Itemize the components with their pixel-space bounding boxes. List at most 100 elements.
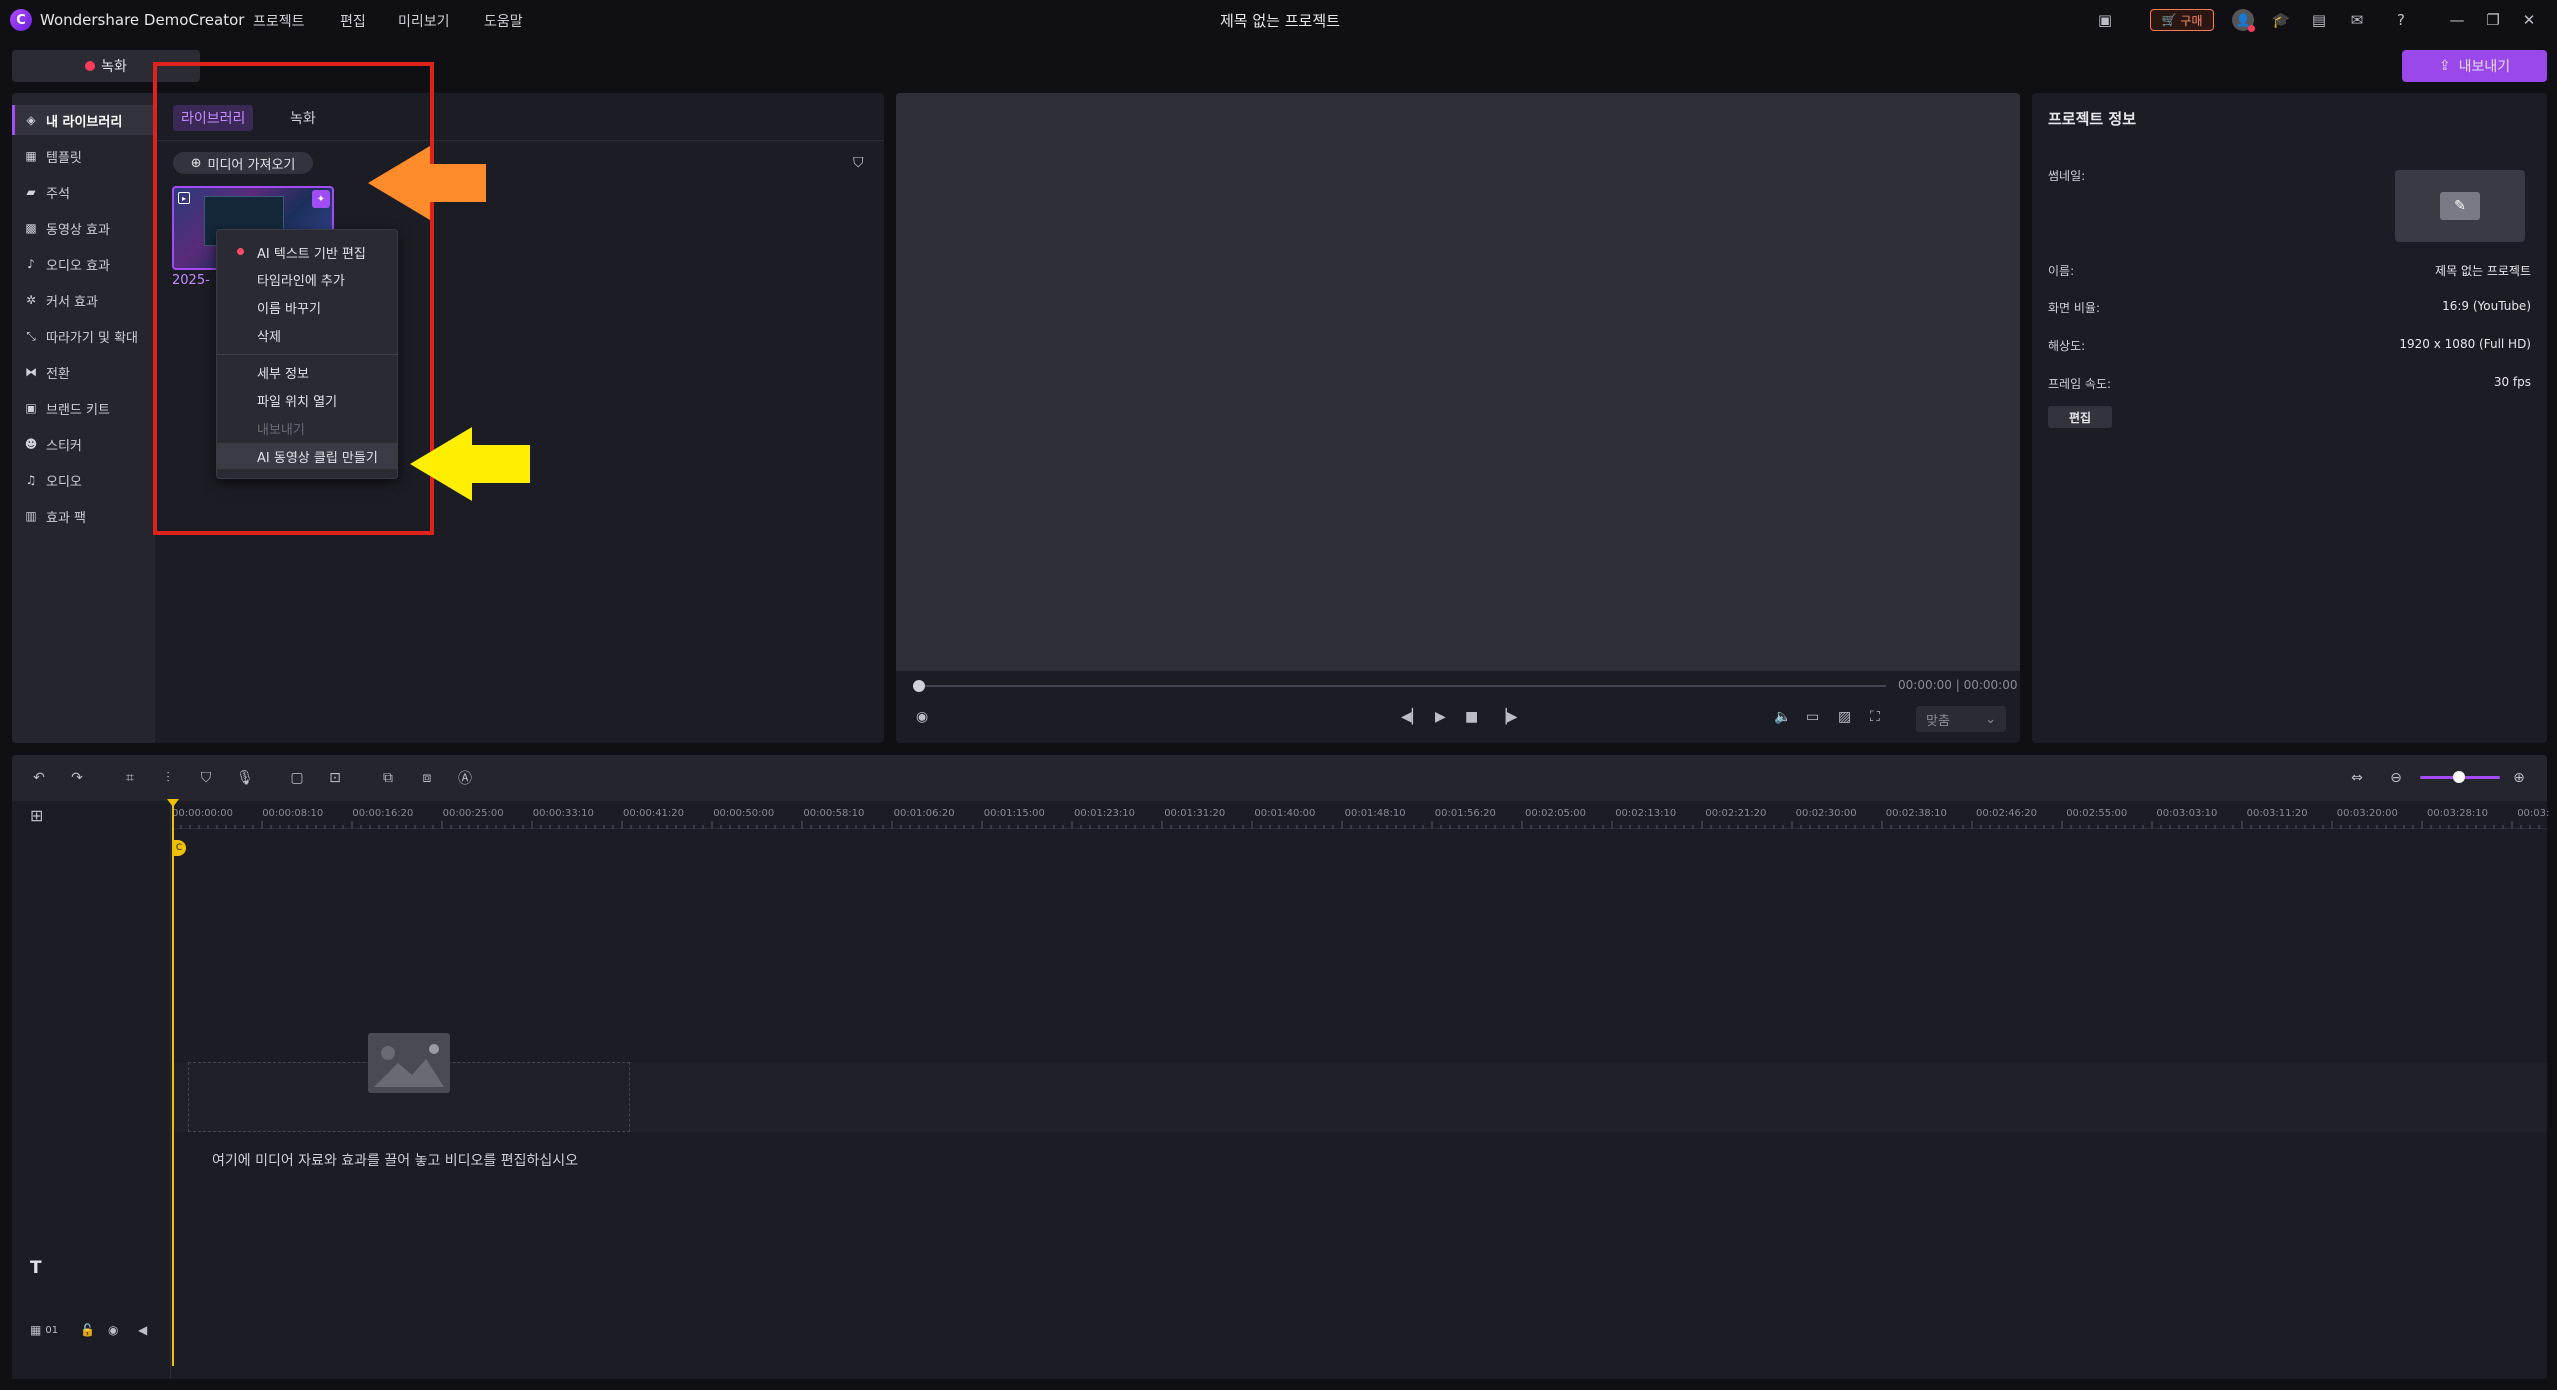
- ruler-tick-label: 00:00:08:10: [262, 808, 324, 819]
- sidebar-item-label: 내 라이브러리: [46, 114, 123, 130]
- text-box-icon[interactable]: ⊡: [324, 767, 346, 789]
- ruler-tick-label: 00:01:48:10: [1344, 808, 1406, 819]
- sidebar-item-label: 커서 효과: [46, 294, 98, 310]
- pan-zoom-icon: ⤡: [26, 328, 36, 343]
- ruler-tick-label: 00:00:41:20: [623, 808, 685, 819]
- fit-zoom-select[interactable]: 맞춤 ⌄: [1916, 706, 2006, 732]
- preview-timecode: 00:00:00 | 00:00:00: [1898, 678, 2018, 692]
- calendar-icon[interactable]: ▤: [2308, 9, 2330, 31]
- sidebar-item-my-library[interactable]: ◈ 내 라이브러리: [12, 105, 155, 135]
- sidebar-item-brand-kit[interactable]: ▣ 브랜드 키트: [12, 393, 155, 423]
- ratio-value: 16:9 (YouTube): [2442, 299, 2531, 313]
- mute-icon[interactable]: ◀: [138, 1323, 147, 1337]
- framerate-label: 프레임 속도:: [2048, 377, 2112, 391]
- crop-icon[interactable]: ⌗: [119, 767, 141, 789]
- resolution-value: 1920 x 1080 (Full HD): [2399, 337, 2531, 351]
- menu-preview[interactable]: 미리보기: [398, 11, 450, 31]
- ai-assistant-icon[interactable]: Ⓐ: [454, 767, 476, 789]
- volume-icon[interactable]: 🔈: [1774, 709, 1791, 725]
- timeline-zoom-knob[interactable]: [2453, 771, 2465, 783]
- menu-help[interactable]: 도움말: [484, 11, 523, 31]
- sidebar-item-effect-pack[interactable]: ▥ 효과 팩: [12, 501, 155, 531]
- play-icon[interactable]: ▶: [1435, 709, 1446, 725]
- buy-button[interactable]: 🛒 구매: [2150, 9, 2214, 31]
- sidebar-item-templates[interactable]: ▦ 템플릿: [12, 141, 155, 171]
- sidebar-item-video-effects[interactable]: ▩ 동영상 효과: [12, 213, 155, 243]
- ruler-tick-label: 00:00:58:10: [803, 808, 865, 819]
- menu-edit[interactable]: 편집: [340, 11, 366, 31]
- zoom-out-icon[interactable]: ⊖: [2385, 767, 2407, 789]
- name-label: 이름:: [2048, 264, 2075, 278]
- fullscreen-icon[interactable]: ⛶: [1870, 709, 1880, 725]
- sidebar-item-stickers[interactable]: ☻ 스티커: [12, 429, 155, 459]
- window-title: 제목 없는 프로젝트: [1220, 12, 1340, 30]
- transition-icon: ⧓: [25, 365, 37, 379]
- restore-icon[interactable]: ❐: [2482, 9, 2504, 31]
- export-button[interactable]: ⇪ 내보내기: [2402, 50, 2547, 82]
- edit-pencil-icon: ✎: [2440, 192, 2480, 220]
- record-label: 녹화: [101, 59, 127, 75]
- sidebar-item-label: 주석: [46, 186, 70, 202]
- close-icon[interactable]: ✕: [2518, 9, 2540, 31]
- export-label: 내보내기: [2458, 59, 2511, 75]
- sidebar-item-transitions[interactable]: ⧓ 전환: [12, 357, 155, 387]
- sidebar-item-label: 따라가기 및 확대: [46, 330, 138, 346]
- previous-frame-icon[interactable]: ◀▏: [1401, 709, 1423, 725]
- preview-screen[interactable]: [896, 93, 2020, 671]
- minimize-icon[interactable]: —: [2446, 9, 2468, 31]
- name-value: 제목 없는 프로젝트: [2435, 264, 2531, 278]
- redo-icon[interactable]: ↷: [66, 767, 88, 789]
- account-avatar[interactable]: 👤: [2232, 9, 2255, 32]
- undo-icon[interactable]: ↶: [28, 767, 50, 789]
- ruler-tick-label: 00:01:06:20: [893, 808, 955, 819]
- track-number: 01: [45, 1324, 59, 1336]
- ruler-tick-label: 00:01:40:00: [1254, 808, 1316, 819]
- ai-tools-icon[interactable]: ⧈: [416, 767, 438, 789]
- orange-arrow-icon: [368, 146, 486, 220]
- ruler-tick-label: 00:03:20:00: [2336, 808, 2398, 819]
- sidebar-item-label: 템플릿: [46, 150, 82, 166]
- zoom-in-icon[interactable]: ⊕: [2508, 767, 2530, 789]
- chevron-down-icon: ⌄: [1985, 711, 1996, 727]
- shield-mark-icon[interactable]: ⛉: [195, 767, 217, 789]
- track-header-column: [12, 801, 171, 1379]
- sidebar-item-label: 브랜드 키트: [46, 402, 110, 418]
- caption-icon[interactable]: ▢: [286, 767, 308, 789]
- ruler-tick-label: 00:00:16:20: [352, 808, 414, 819]
- snapshot-camera-icon[interactable]: ◉: [916, 709, 928, 725]
- playhead[interactable]: [172, 801, 174, 1366]
- yellow-arrow-icon: [410, 427, 530, 501]
- add-track-icon[interactable]: ⊞: [30, 806, 43, 825]
- graduation-cap-icon[interactable]: 🎓: [2270, 9, 2292, 31]
- microphone-icon[interactable]: 🎙: [234, 767, 256, 789]
- project-info-title: 프로젝트 정보: [2048, 110, 2137, 128]
- fit-timeline-icon[interactable]: ⇔: [2346, 767, 2368, 789]
- sidebar-item-pan-zoom[interactable]: ⤡ 따라가기 및 확대: [12, 321, 155, 351]
- stop-icon[interactable]: ■: [1465, 709, 1478, 725]
- subtitle-icon[interactable]: ▭: [1806, 709, 1819, 725]
- ruler-tick-label: 00:02:38:10: [1885, 808, 1947, 819]
- preview-progress-knob[interactable]: [913, 680, 925, 692]
- lock-icon[interactable]: 🔓: [80, 1323, 95, 1337]
- sidebar-item-cursor-effects[interactable]: ✲ 커서 효과: [12, 285, 155, 315]
- ruler-tick-label: 00:03:11:20: [2246, 808, 2308, 819]
- next-frame-icon[interactable]: ▕▶: [1496, 709, 1518, 725]
- project-edit-button[interactable]: 편집: [2048, 406, 2112, 428]
- music-icon: ♫: [25, 473, 37, 487]
- text-track-icon[interactable]: T: [30, 1258, 42, 1278]
- sidebar-item-audio[interactable]: ♫ 오디오: [12, 465, 155, 495]
- multi-clip-icon[interactable]: ⧉: [377, 767, 399, 789]
- eye-icon[interactable]: ◉: [108, 1323, 118, 1337]
- project-thumbnail[interactable]: ✎: [2395, 170, 2525, 242]
- sidebar-item-annotations[interactable]: ▰ 주석: [12, 177, 155, 207]
- feedback-icon[interactable]: ▣: [2094, 9, 2116, 31]
- sticker-icon: ☻: [24, 437, 38, 451]
- filter-icon[interactable]: ⛉: [853, 155, 864, 171]
- help-icon[interactable]: ?: [2390, 9, 2412, 31]
- menu-project[interactable]: 프로젝트: [253, 11, 305, 31]
- preview-progress-bar[interactable]: [916, 685, 1886, 687]
- sidebar-item-audio-effects[interactable]: ♪ 오디오 효과: [12, 249, 155, 279]
- quality-icon[interactable]: ▨: [1838, 709, 1851, 725]
- split-icon[interactable]: ⫶: [157, 767, 179, 789]
- mail-icon[interactable]: ✉: [2346, 9, 2368, 31]
